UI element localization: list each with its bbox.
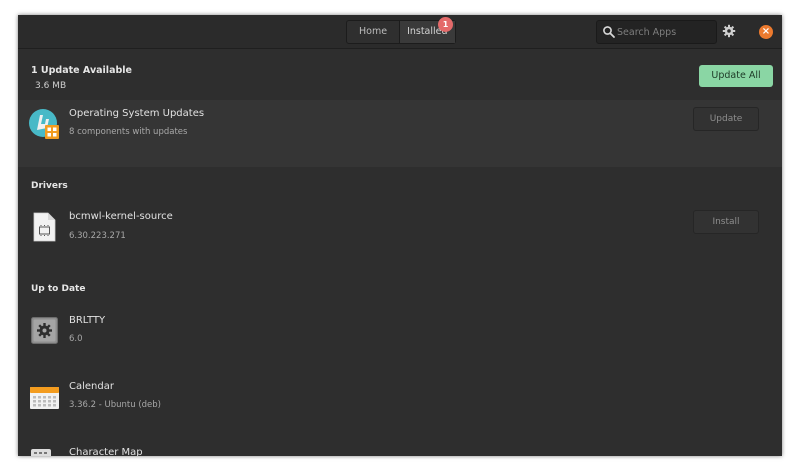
os-updates-detail: 8 components with updates [69, 127, 188, 137]
os-updates-icon [29, 109, 59, 139]
character-map-name: Character Map [69, 447, 143, 456]
updates-header: 1 Update Available 3.6 MB Update All [18, 49, 782, 100]
brltty-version: 6.0 [69, 334, 83, 344]
driver-version: 6.30.223.271 [69, 231, 126, 241]
drivers-section-title: Drivers [31, 181, 68, 191]
search-box[interactable] [596, 20, 717, 44]
close-icon: × [761, 26, 771, 37]
brltty-name: BRLTTY [69, 315, 106, 326]
window-close-button[interactable]: × [759, 25, 773, 39]
settings-gear-icon[interactable] [721, 23, 737, 39]
header-bar: Home Installed 1 Search Apps × [18, 15, 782, 49]
os-updates-name: Operating System Updates [69, 108, 205, 119]
os-updates-row[interactable]: Operating System Updates 8 components wi… [18, 100, 782, 167]
update-button[interactable]: Update [693, 107, 759, 131]
calendar-icon [30, 387, 59, 409]
calendar-version: 3.36.2 - Ubuntu (deb) [69, 400, 161, 410]
update-all-button[interactable]: Update All [699, 65, 773, 87]
brltty-gear-icon [31, 317, 58, 344]
up-to-date-section-title: Up to Date [31, 284, 86, 294]
app-window: Home Installed 1 Search Apps × 1 Update … [18, 15, 782, 456]
character-map-icon [31, 449, 51, 456]
calendar-name: Calendar [69, 381, 114, 392]
driver-name: bcmwl-kernel-source [69, 211, 173, 222]
search-icon [603, 26, 615, 38]
install-button[interactable]: Install [693, 210, 759, 234]
updates-download-size: 3.6 MB [35, 81, 67, 91]
updates-available-title: 1 Update Available [31, 65, 132, 76]
search-input[interactable] [617, 21, 712, 43]
driver-file-icon [33, 212, 56, 242]
tab-home[interactable]: Home [347, 21, 399, 43]
updates-count-badge: 1 [438, 17, 453, 32]
